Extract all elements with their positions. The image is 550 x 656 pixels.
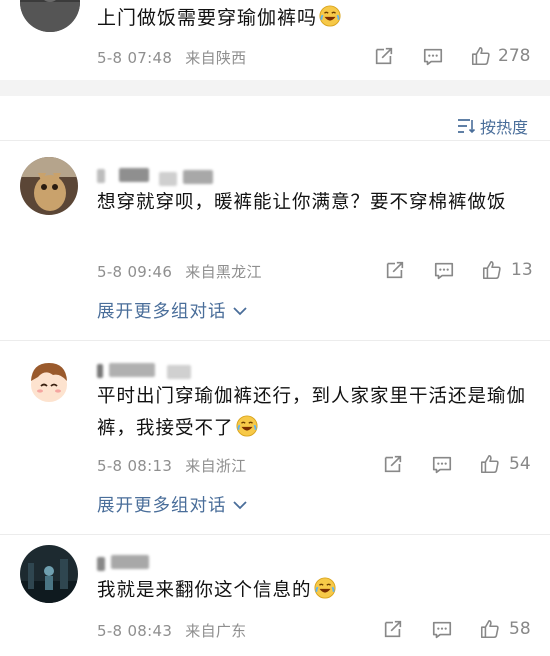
comment-text: 平时出门穿瑜伽裤还行，到人家家里干活还是瑜伽裤，我接受不了 bbox=[97, 381, 527, 445]
post-location: 来自陕西 bbox=[185, 49, 247, 67]
expand-replies-link[interactable]: 展开更多组对话 bbox=[97, 298, 247, 323]
chevron-down-icon bbox=[232, 500, 247, 509]
comment-date: 5-8 09:46 bbox=[97, 263, 173, 281]
repost-icon[interactable] bbox=[382, 618, 404, 640]
divider bbox=[0, 340, 550, 341]
comment-text-content: 我就是来翻你这个信息的 bbox=[97, 580, 312, 601]
repost-icon[interactable] bbox=[384, 259, 406, 281]
comment-icon[interactable] bbox=[431, 454, 453, 476]
post-text-content: 上门做饭需要穿瑜伽裤吗 bbox=[97, 7, 318, 29]
repost-icon[interactable] bbox=[373, 45, 395, 67]
comment-text: 想穿就穿呗，暖裤能让你满意？要不穿棉裤做饭 bbox=[97, 192, 507, 213]
comment-meta: 5-8 08:13 来自浙江 bbox=[97, 455, 246, 476]
comment-date: 5-8 08:13 bbox=[97, 457, 173, 475]
comment-meta: 5-8 08:43 来自广东 bbox=[97, 620, 246, 641]
post-like-count: 278 bbox=[498, 46, 531, 66]
like-icon[interactable] bbox=[470, 45, 492, 67]
repost-icon[interactable] bbox=[382, 453, 404, 475]
avatar[interactable] bbox=[20, 545, 78, 603]
expand-replies-label: 展开更多组对话 bbox=[97, 496, 227, 516]
sort-icon bbox=[458, 119, 476, 134]
expand-replies-label: 展开更多组对话 bbox=[97, 302, 227, 322]
comment-location: 来自广东 bbox=[185, 622, 247, 640]
comment-text: 我就是来翻你这个信息的 bbox=[97, 575, 527, 607]
divider bbox=[0, 534, 550, 535]
comment-icon[interactable] bbox=[431, 619, 453, 641]
comment-meta: 5-8 09:46 来自黑龙江 bbox=[97, 261, 262, 282]
avatar[interactable] bbox=[20, 157, 78, 215]
comment-icon[interactable] bbox=[422, 46, 444, 68]
laughing-tears-emoji-icon bbox=[313, 577, 336, 599]
divider bbox=[0, 140, 550, 141]
sort-button[interactable]: 按热度 bbox=[456, 114, 528, 138]
like-icon[interactable] bbox=[479, 453, 501, 475]
comment-text-content: 平时出门穿瑜伽裤还行，到人家家里干活还是瑜伽裤，我接受不了 bbox=[97, 386, 527, 439]
like-icon[interactable] bbox=[479, 618, 501, 640]
comment-location: 来自黑龙江 bbox=[185, 263, 262, 281]
comment-like-count: 58 bbox=[509, 619, 531, 639]
comment-like-count: 54 bbox=[509, 454, 531, 474]
username-redacted[interactable] bbox=[97, 555, 177, 571]
post-date: 5-8 07:48 bbox=[97, 49, 173, 67]
like-icon[interactable] bbox=[481, 259, 503, 281]
laughing-tears-emoji-icon bbox=[235, 415, 258, 437]
section-divider bbox=[0, 80, 550, 96]
post-text: 上门做饭需要穿瑜伽裤吗 bbox=[97, 3, 341, 30]
username-redacted[interactable] bbox=[97, 363, 217, 379]
comment-like-count: 13 bbox=[511, 260, 533, 280]
sort-label: 按热度 bbox=[480, 118, 529, 137]
avatar[interactable] bbox=[20, 353, 78, 411]
comment-icon[interactable] bbox=[433, 260, 455, 282]
post-meta: 5-8 07:48 来自陕西 bbox=[97, 47, 246, 68]
expand-replies-link[interactable]: 展开更多组对话 bbox=[97, 492, 247, 517]
comment-date: 5-8 08:43 bbox=[97, 622, 173, 640]
chevron-down-icon bbox=[232, 306, 247, 315]
comment-location: 来自浙江 bbox=[185, 457, 247, 475]
laughing-tears-emoji-icon bbox=[319, 5, 341, 27]
username-redacted[interactable] bbox=[97, 168, 227, 186]
